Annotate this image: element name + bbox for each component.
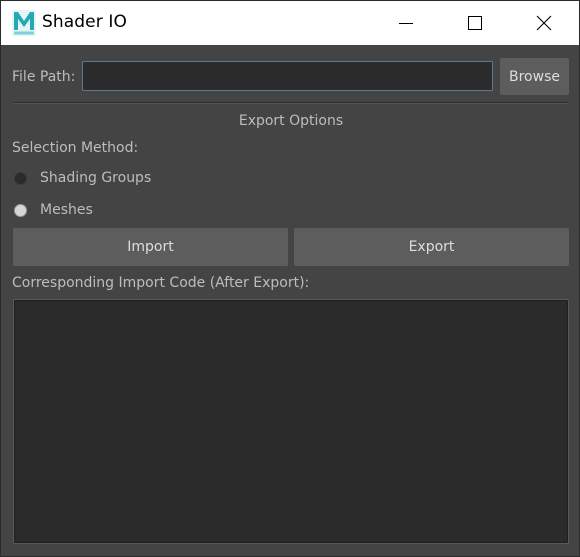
- title-bar[interactable]: Shader IO: [1, 1, 579, 45]
- import-button[interactable]: Import: [13, 228, 288, 266]
- maximize-icon: [468, 16, 482, 30]
- radio-meshes[interactable]: Meshes: [14, 200, 93, 220]
- separator: [13, 102, 569, 104]
- file-path-label: File Path:: [12, 69, 76, 85]
- window-title: Shader IO: [42, 12, 127, 32]
- radio-shading-groups-label: Shading Groups: [40, 170, 152, 186]
- file-path-input[interactable]: [82, 61, 493, 91]
- selection-method-label: Selection Method:: [12, 140, 139, 156]
- import-code-textarea[interactable]: [13, 299, 569, 544]
- import-code-label: Corresponding Import Code (After Export)…: [12, 275, 310, 291]
- close-icon: [536, 15, 552, 31]
- shader-io-window: Shader IO File Path: Browse Export Optio…: [0, 0, 580, 557]
- maya-icon: [12, 10, 36, 36]
- radio-selected-icon[interactable]: [14, 203, 27, 217]
- radio-meshes-label: Meshes: [40, 202, 93, 218]
- radio-unselected-icon[interactable]: [14, 171, 27, 185]
- maximize-button[interactable]: [452, 1, 498, 45]
- export-options-title: Export Options: [238, 113, 344, 129]
- radio-shading-groups[interactable]: Shading Groups: [14, 168, 151, 188]
- export-button[interactable]: Export: [294, 228, 569, 266]
- close-button[interactable]: [521, 1, 567, 45]
- browse-button[interactable]: Browse: [500, 58, 569, 95]
- minimize-icon: [399, 23, 413, 24]
- minimize-button[interactable]: [383, 1, 429, 45]
